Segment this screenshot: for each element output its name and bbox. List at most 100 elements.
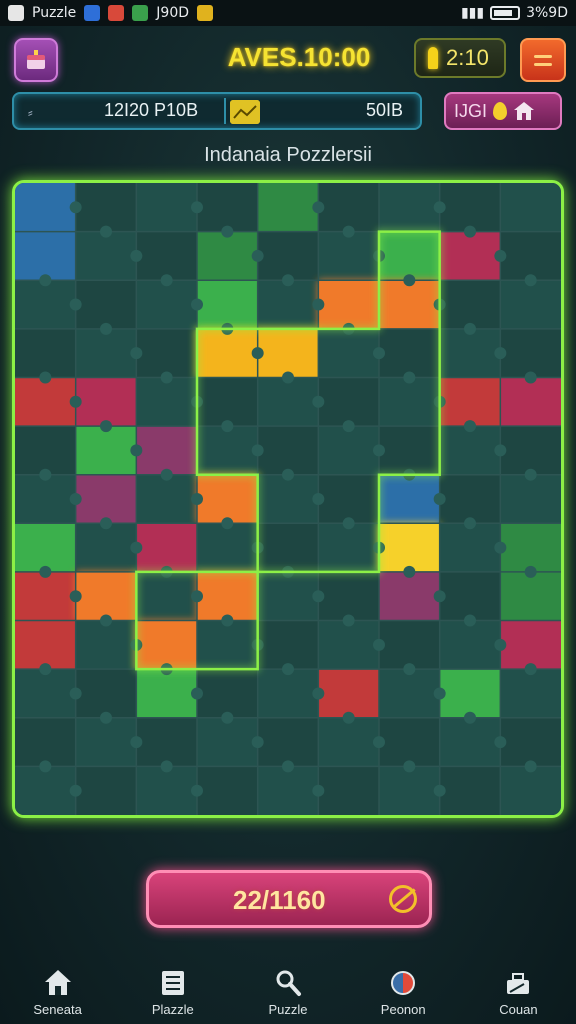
puzzle-piece[interactable]: [318, 426, 379, 475]
puzzle-piece[interactable]: [379, 669, 440, 718]
puzzle-piece[interactable]: [136, 620, 197, 670]
puzzle-piece[interactable]: [75, 231, 137, 281]
puzzle-piece[interactable]: [75, 669, 137, 718]
puzzle-piece[interactable]: [379, 474, 440, 524]
puzzle-piece[interactable]: [136, 280, 197, 329]
puzzle-piece[interactable]: [75, 766, 137, 815]
puzzle-piece[interactable]: [500, 766, 561, 815]
puzzle-piece[interactable]: [257, 669, 319, 718]
puzzle-piece[interactable]: [257, 717, 319, 767]
puzzle-piece[interactable]: [136, 328, 197, 378]
puzzle-piece[interactable]: [439, 426, 501, 475]
puzzle-piece[interactable]: [197, 717, 258, 767]
puzzle-piece[interactable]: [136, 231, 197, 281]
puzzle-piece[interactable]: [379, 377, 440, 427]
puzzle-piece[interactable]: [500, 231, 561, 281]
puzzle-piece[interactable]: [197, 328, 258, 378]
puzzle-piece[interactable]: [379, 523, 440, 572]
puzzle-piece[interactable]: [136, 571, 197, 621]
puzzle-piece[interactable]: [379, 183, 440, 232]
puzzle-piece[interactable]: [500, 474, 561, 524]
puzzle-piece[interactable]: [136, 717, 197, 767]
puzzle-piece[interactable]: [500, 669, 561, 718]
puzzle-piece[interactable]: [197, 183, 258, 232]
puzzle-piece[interactable]: [15, 571, 76, 621]
puzzle-piece[interactable]: [75, 717, 137, 767]
puzzle-piece[interactable]: [75, 183, 137, 232]
puzzle-piece[interactable]: [197, 571, 258, 621]
puzzle-piece[interactable]: [318, 474, 379, 524]
puzzle-piece[interactable]: [197, 620, 258, 670]
menu-button[interactable]: [520, 38, 566, 82]
puzzle-piece[interactable]: [257, 766, 319, 815]
puzzle-piece[interactable]: [197, 377, 258, 427]
nav-item-home[interactable]: Seneata: [0, 956, 115, 1024]
puzzle-piece[interactable]: [197, 474, 258, 524]
puzzle-piece[interactable]: [439, 231, 501, 281]
puzzle-piece[interactable]: [318, 183, 379, 232]
puzzle-piece[interactable]: [318, 523, 379, 572]
powerup-button[interactable]: IJGI: [444, 92, 562, 130]
puzzle-piece[interactable]: [75, 474, 137, 524]
hint-button[interactable]: 2:10: [414, 38, 506, 78]
puzzle-piece[interactable]: [318, 717, 379, 767]
puzzle-piece[interactable]: [379, 766, 440, 815]
puzzle-piece[interactable]: [15, 231, 76, 281]
puzzle-piece[interactable]: [439, 377, 501, 427]
puzzle-piece[interactable]: [136, 377, 197, 427]
puzzle-piece[interactable]: [15, 474, 76, 524]
puzzle-piece[interactable]: [197, 280, 258, 329]
puzzle-piece[interactable]: [15, 426, 76, 475]
puzzle-piece[interactable]: [257, 328, 319, 378]
puzzle-piece[interactable]: [318, 231, 379, 281]
puzzle-piece[interactable]: [500, 620, 561, 670]
puzzle-piece[interactable]: [439, 474, 501, 524]
puzzle-piece[interactable]: [318, 328, 379, 378]
puzzle-piece[interactable]: [136, 523, 197, 572]
puzzle-piece[interactable]: [75, 620, 137, 670]
puzzle-piece[interactable]: [75, 571, 137, 621]
nav-item-globe[interactable]: Peonon: [346, 956, 461, 1024]
puzzle-piece[interactable]: [136, 766, 197, 815]
puzzle-piece[interactable]: [15, 669, 76, 718]
puzzle-piece[interactable]: [318, 571, 379, 621]
puzzle-piece[interactable]: [75, 426, 137, 475]
puzzle-piece[interactable]: [439, 523, 501, 572]
puzzle-piece[interactable]: [439, 571, 501, 621]
puzzle-piece[interactable]: [197, 766, 258, 815]
puzzle-piece[interactable]: [75, 377, 137, 427]
nav-item-list[interactable]: Plazzle: [115, 956, 230, 1024]
puzzle-piece[interactable]: [500, 280, 561, 329]
puzzle-piece[interactable]: [257, 231, 319, 281]
puzzle-piece[interactable]: [318, 620, 379, 670]
puzzle-piece[interactable]: [136, 669, 197, 718]
progress-button[interactable]: 22/1160: [146, 870, 432, 928]
puzzle-piece[interactable]: [379, 231, 440, 281]
puzzle-piece[interactable]: [500, 571, 561, 621]
puzzle-piece[interactable]: [75, 280, 137, 329]
puzzle-piece[interactable]: [136, 183, 197, 232]
puzzle-piece[interactable]: [257, 426, 319, 475]
puzzle-piece[interactable]: [439, 766, 501, 815]
nav-item-puzzle[interactable]: Puzzle: [230, 956, 345, 1024]
nav-item-tools[interactable]: Couan: [461, 956, 576, 1024]
puzzle-piece[interactable]: [15, 280, 76, 329]
puzzle-piece[interactable]: [379, 280, 440, 329]
puzzle-piece[interactable]: [197, 231, 258, 281]
puzzle-grid[interactable]: [15, 183, 561, 815]
puzzle-piece[interactable]: [257, 377, 319, 427]
puzzle-piece[interactable]: [500, 426, 561, 475]
puzzle-piece[interactable]: [15, 328, 76, 378]
puzzle-piece[interactable]: [500, 717, 561, 767]
puzzle-piece[interactable]: [136, 426, 197, 475]
puzzle-piece[interactable]: [257, 620, 319, 670]
puzzle-piece[interactable]: [439, 328, 501, 378]
puzzle-piece[interactable]: [500, 523, 561, 572]
puzzle-piece[interactable]: [439, 280, 501, 329]
no-entry-icon[interactable]: [389, 885, 417, 913]
puzzle-piece[interactable]: [15, 620, 76, 670]
puzzle-piece[interactable]: [439, 669, 501, 718]
puzzle-piece[interactable]: [439, 183, 501, 232]
puzzle-piece[interactable]: [318, 280, 379, 329]
profile-button[interactable]: [14, 38, 58, 82]
